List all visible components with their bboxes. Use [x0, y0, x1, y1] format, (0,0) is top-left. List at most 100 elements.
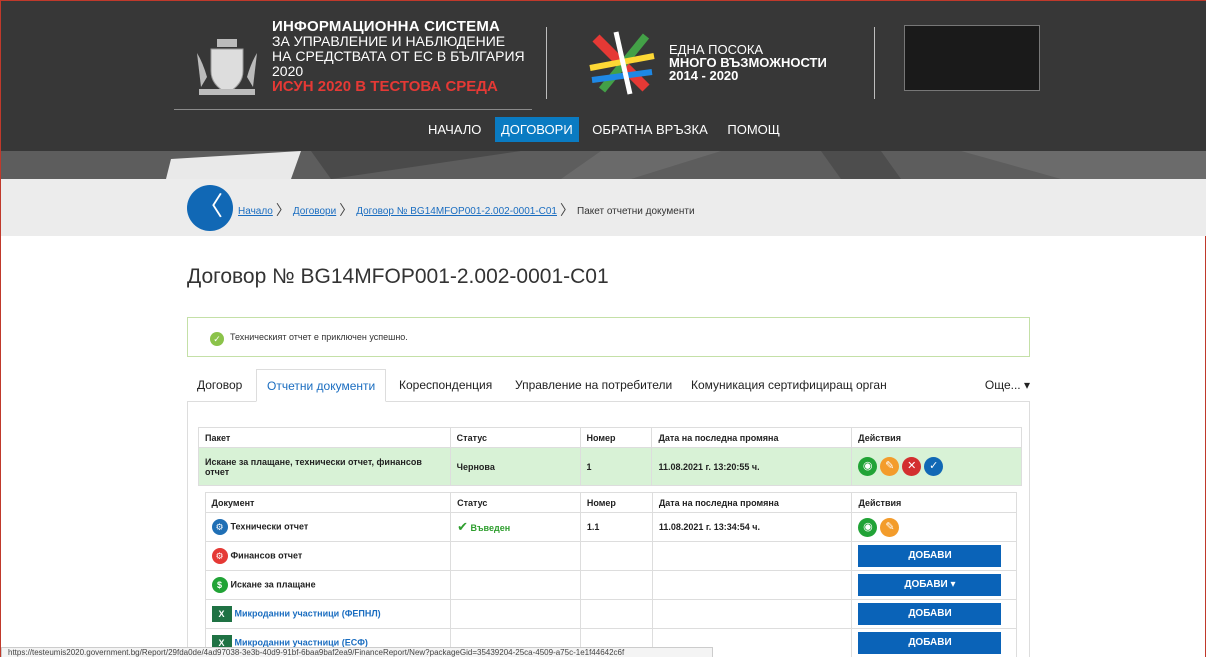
document-date [651, 570, 853, 600]
add-payment-request-dropdown-button[interactable]: ДОБАВИ ▾ [858, 574, 1002, 596]
financial-report-icon: ⚙ [211, 548, 228, 564]
package-table: Пакет Статус Номер Дата на последна пром… [198, 427, 1022, 657]
brand-text: ИНФОРМАЦИОННА СИСТЕМА ЗА УПРАВЛЕНИЕ И НА… [272, 19, 537, 94]
column-header: Действия [851, 427, 1022, 448]
view-icon[interactable]: ◉ [858, 517, 878, 537]
package-table-header: Пакет Статус Номер Дата на последна пром… [198, 427, 1022, 448]
tab-content-panel: Пакет Статус Номер Дата на последна пром… [187, 402, 1030, 657]
document-name-cell: ⚙ Технически отчет [204, 512, 452, 542]
nav-help[interactable]: ПОМОЩ [721, 117, 786, 142]
site-header: ИНФОРМАЦИОННА СИСТЕМА ЗА УПРАВЛЕНИЕ И НА… [1, 1, 1206, 151]
success-alert: ✓ Техническият отчет е приключен успешно… [187, 317, 1030, 357]
document-status [450, 599, 581, 629]
document-name-cell: X Микроданни участници (ФЕПНЛ) [204, 599, 452, 629]
delete-icon[interactable]: ✕ [902, 457, 922, 476]
document-name: Технически отчет [230, 521, 309, 532]
package-date: 11.08.2021 г. 13:20:55 ч. [651, 447, 853, 486]
payment-request-icon: $ [211, 577, 228, 593]
coat-of-arms-logo [197, 39, 257, 95]
column-header: Номер [579, 492, 653, 513]
brand-line-4: 2020 [272, 63, 304, 79]
document-table: Документ Статус Номер Дата на последна п… [204, 492, 1017, 657]
document-name: Искане за плащане [230, 579, 316, 590]
brand-line-2: ЗА УПРАВЛЕНИЕ И НАБЛЮДЕНИЕ [272, 33, 506, 49]
tab-correspondence[interactable]: Кореспонденция [389, 369, 502, 402]
column-header: Дата на последна промяна [651, 492, 853, 513]
header-separator [546, 27, 547, 99]
document-actions: ДОБАВИ ▾ [851, 570, 1017, 600]
eu-slogan: ЕДНА ПОСОКА МНОГО ВЪЗМОЖНОСТИ 2014 - 202… [669, 43, 827, 82]
tab-contract[interactable]: Договор [187, 369, 252, 402]
decorative-band-graphic [166, 151, 1206, 179]
breadcrumb-contracts[interactable]: Договори [293, 206, 336, 217]
tab-reporting-documents[interactable]: Отчетни документи [256, 369, 387, 402]
breadcrumb-separator-icon: 〉 [275, 202, 290, 218]
document-status [450, 570, 581, 600]
table-row: ⚙ Финансов отчет ДОБАВИ [204, 541, 1017, 571]
column-header: Пакет [198, 427, 451, 448]
nav-contracts[interactable]: ДОГОВОРИ [494, 117, 579, 142]
document-table-header: Документ Статус Номер Дата на последна п… [204, 492, 1017, 513]
document-name-link[interactable]: Микроданни участници (ЕСФ) [235, 637, 368, 647]
document-number [579, 599, 653, 629]
check-circle-icon: ✓ [210, 332, 224, 346]
tab-more-dropdown[interactable]: Още... ▾ [985, 369, 1030, 402]
edit-icon[interactable]: ✎ [880, 517, 900, 537]
document-actions: ◉ ✎ [851, 512, 1017, 542]
column-header: Дата на последна промяна [651, 427, 853, 448]
column-header: Номер [579, 427, 653, 448]
page-title: Договор № BG14MFOP001-2.002-0001-C01 [187, 265, 609, 288]
nav-home[interactable]: НАЧАЛО [422, 117, 487, 142]
tab-more-label: Още... [984, 378, 1021, 392]
breadcrumb-contract[interactable]: Договор № BG14MFOP001-2.002-0001-C01 [356, 206, 557, 217]
column-header: Статус [449, 427, 581, 448]
document-actions: ДОБАВИ [851, 541, 1017, 571]
add-financial-report-button[interactable]: ДОБАВИ [858, 545, 1002, 567]
caret-down-icon: ▾ [1023, 378, 1030, 392]
package-documents-row: Документ Статус Номер Дата на последна п… [199, 486, 1022, 657]
column-header: Статус [450, 492, 581, 513]
breadcrumb-home[interactable]: Начало [238, 206, 273, 217]
document-name-link[interactable]: Микроданни участници (ФЕПНЛ) [235, 608, 381, 618]
back-button[interactable]: 〈 [187, 185, 233, 231]
table-row: ⚙ Технически отчет ✔ Въведен 1.1 11.08.20… [204, 512, 1017, 542]
document-name-cell: ⚙ Финансов отчет [204, 541, 452, 571]
breadcrumb-separator-icon: 〉 [560, 202, 574, 218]
view-icon[interactable]: ◉ [858, 457, 878, 476]
package-name: Искане за плащане, технически отчет, фин… [198, 447, 451, 486]
header-separator [874, 27, 875, 99]
brand-line-1: ИНФОРМАЦИОННА СИСТЕМА [272, 18, 501, 35]
checkmark-icon: ✔ [457, 519, 468, 534]
table-row: $ Искане за плащане ДОБАВИ ▾ [204, 570, 1017, 600]
table-row: X Микроданни участници (ФЕПНЛ) ДОБАВИ [204, 599, 1017, 629]
document-number: 1.1 [579, 512, 653, 542]
breadcrumb: Начало 〉 Договори 〉 Договор № BG14MFOP001-2.… [238, 200, 695, 220]
package-status: Чернова [449, 447, 581, 486]
document-number [579, 541, 653, 571]
tab-bar: Договор Отчетни документи Кореспонденция… [187, 369, 1030, 402]
browser-status-url: https://testeumis2020.government.bg/Repo… [1, 647, 713, 657]
alert-message: Техническият отчет е приключен успешно. [230, 332, 408, 342]
tab-user-management[interactable]: Управление на потребители [505, 369, 682, 402]
document-actions: ДОБАВИ [851, 599, 1017, 629]
edit-icon[interactable]: ✎ [880, 457, 900, 476]
eu-programme-logo [589, 31, 655, 95]
header-divider [174, 109, 532, 110]
nav-feedback[interactable]: ОБРАТНА ВРЪЗКА [586, 117, 713, 142]
tab-certifying-authority[interactable]: Комуникация сертифициращ орган [681, 369, 897, 402]
add-microdata-esf-button[interactable]: ДОБАВИ [858, 632, 1002, 654]
package-number: 1 [579, 447, 653, 486]
document-status [450, 541, 581, 571]
document-name: Финансов отчет [230, 550, 303, 561]
decorative-band [1, 151, 1206, 179]
column-header: Действия [851, 492, 1017, 513]
column-header: Документ [204, 492, 452, 513]
document-name-cell: $ Искане за плащане [204, 570, 452, 600]
package-row: Искане за плащане, технически отчет, фин… [198, 447, 1022, 486]
submit-check-icon[interactable]: ✓ [924, 457, 944, 476]
chevron-left-icon: 〈 [196, 192, 223, 222]
breadcrumb-current: Пакет отчетни документи [577, 206, 695, 217]
add-microdata-fepnl-button[interactable]: ДОБАВИ [858, 603, 1002, 625]
document-date [651, 541, 853, 571]
eu-slogan-line-3: 2014 - 2020 [669, 68, 739, 83]
